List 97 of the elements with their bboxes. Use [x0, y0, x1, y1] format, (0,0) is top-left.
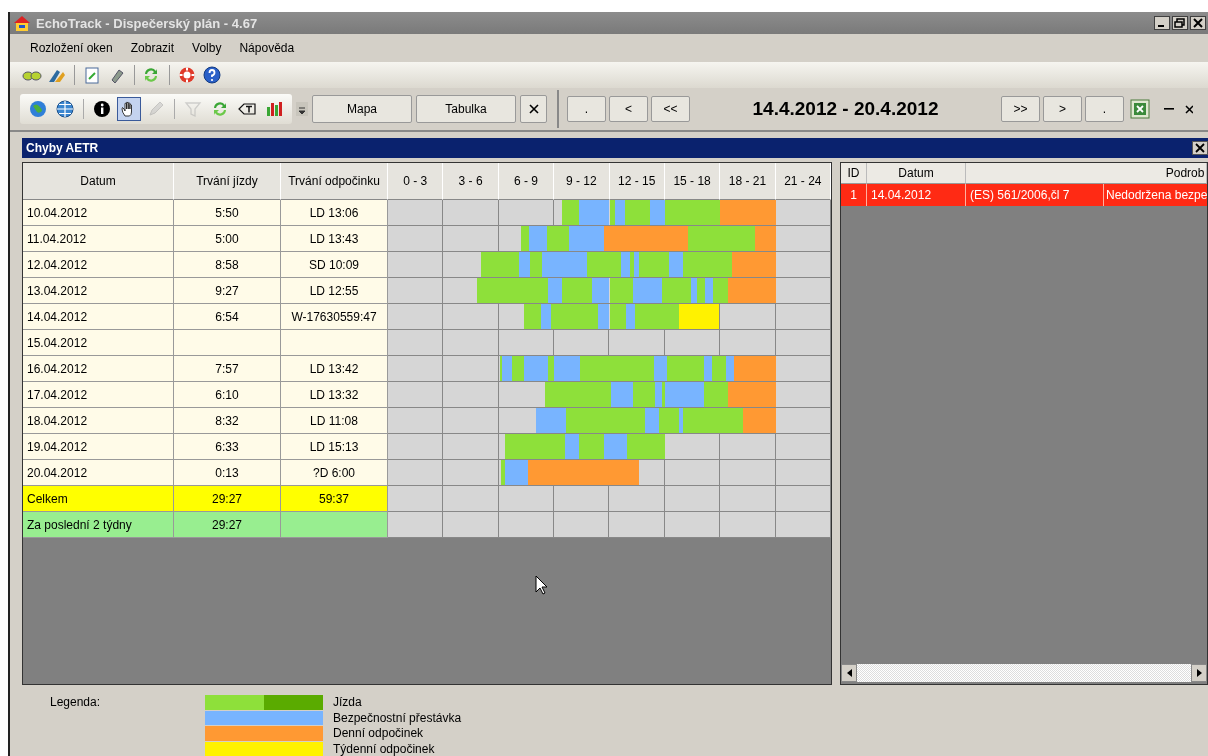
lifebuoy-icon[interactable] — [177, 66, 197, 84]
table-cell: LD 13:32 — [281, 382, 388, 408]
view-button[interactable]: Tabulka — [416, 95, 516, 123]
error-cell[interactable]: Nedodržena bezpe — [1104, 184, 1207, 206]
legend-title: Legenda: — [50, 695, 102, 711]
close-button[interactable] — [520, 95, 547, 123]
dropdown-icon[interactable] — [296, 102, 308, 116]
table-cell: 11.04.2012 — [23, 226, 174, 252]
menu-item[interactable]: Zobrazit — [122, 41, 185, 55]
table-cell: LD 12:55 — [281, 278, 388, 304]
table-cell: 5:50 — [174, 200, 281, 226]
table-cell: 20.04.2012 — [23, 460, 174, 486]
table-cell: LD 15:13 — [281, 434, 388, 460]
table-cell: 10.04.2012 — [23, 200, 174, 226]
table-cell: LD 13:43 — [281, 226, 388, 252]
refresh-icon[interactable] — [211, 100, 229, 118]
column-header: Datum — [23, 163, 174, 200]
menu-item[interactable]: Volby — [184, 41, 232, 55]
close-icon — [528, 104, 539, 114]
table-cell: 6:10 — [174, 382, 281, 408]
tag-icon[interactable] — [238, 100, 256, 118]
legend-label: Jízda — [333, 695, 363, 710]
column-header: Podrob — [966, 163, 1207, 184]
mouse-cursor-icon — [535, 575, 548, 595]
column-header: 15 - 18 — [664, 163, 721, 200]
app-logo-icon — [12, 14, 32, 32]
globe-icon[interactable] — [29, 100, 47, 118]
column-header: Trvání jízdy — [174, 163, 281, 200]
error-cell[interactable]: 1 — [841, 184, 867, 206]
column-header: Datum — [867, 163, 966, 184]
legend-label: Denní odpočinek — [333, 726, 425, 741]
column-header: 18 - 21 — [720, 163, 776, 200]
table-cell: SD 10:09 — [281, 252, 388, 278]
globe-icon[interactable] — [56, 100, 74, 118]
document-icon[interactable] — [82, 66, 102, 84]
table-cell: 6:33 — [174, 434, 281, 460]
nav-button[interactable]: . — [567, 96, 606, 122]
table-cell: LD 13:06 — [281, 200, 388, 226]
table-cell: 17.04.2012 — [23, 382, 174, 408]
info-icon[interactable] — [93, 100, 111, 118]
column-header: ID — [841, 163, 867, 184]
error-cell[interactable]: (ES) 561/2006,čl 7 — [966, 184, 1104, 206]
table-cell: 12.04.2012 — [23, 252, 174, 278]
nav-button[interactable]: < — [609, 96, 648, 122]
table-cell: ?D 6:00 — [281, 460, 388, 486]
table-cell: 8:32 — [174, 408, 281, 434]
table-cell: 19.04.2012 — [23, 434, 174, 460]
view-button[interactable]: Mapa — [312, 95, 412, 123]
help-icon[interactable] — [202, 66, 222, 84]
column-header: Trvání odpočinku — [281, 163, 388, 200]
table-cell: 16.04.2012 — [23, 356, 174, 382]
table-cell: 14.04.2012 — [23, 304, 174, 330]
nav-button[interactable]: > — [1043, 96, 1082, 122]
table-cell: LD 11:08 — [281, 408, 388, 434]
table-cell: 13.04.2012 — [23, 278, 174, 304]
table-cell: 8:58 — [174, 252, 281, 278]
legend-label: Týdenní odpočinek — [333, 741, 436, 756]
close-icon[interactable] — [1190, 16, 1206, 30]
column-header: 9 - 12 — [554, 163, 610, 200]
column-header: 21 - 24 — [775, 163, 831, 200]
restore-icon[interactable] — [1172, 16, 1188, 30]
table-cell: W-17630559:47 — [281, 304, 388, 330]
column-header: 0 - 3 — [388, 163, 444, 200]
legend-label: Bezpečnostní přestávka — [333, 710, 462, 725]
table-cell: 29:27 — [174, 512, 281, 538]
minimize-icon[interactable] — [1154, 16, 1170, 30]
nav-button[interactable]: . — [1085, 96, 1124, 122]
table-cell: 18.04.2012 — [23, 408, 174, 434]
date-range: 14.4.2012 - 20.4.2012 — [751, 98, 940, 120]
column-header: 3 - 6 — [443, 163, 499, 200]
menu-item[interactable]: Nápověda — [231, 41, 305, 55]
close-icon[interactable] — [1185, 104, 1193, 114]
table-cell: LD 13:42 — [281, 356, 388, 382]
table-cell: 6:54 — [174, 304, 281, 330]
table-cell: 59:37 — [281, 486, 388, 512]
table-cell: Celkem — [23, 486, 174, 512]
bar-chart-icon[interactable] — [265, 100, 283, 118]
table-cell: 7:57 — [174, 356, 281, 382]
nav-button[interactable]: << — [651, 96, 690, 122]
table-cell: Za poslední 2 týdny — [23, 512, 174, 538]
table-cell: 0:13 — [174, 460, 281, 486]
column-header: 12 - 15 — [609, 163, 665, 200]
table-cell: 15.04.2012 — [23, 330, 174, 356]
right-arrow-icon[interactable] — [1196, 669, 1202, 677]
close-icon[interactable] — [1192, 141, 1208, 155]
table-cell: 9:27 — [174, 278, 281, 304]
window-title: EchoTrack - Dispečerský plán - 4.67 — [36, 15, 259, 31]
error-cell[interactable]: 14.04.2012 — [867, 184, 966, 206]
nav-button[interactable]: >> — [1001, 96, 1040, 122]
column-header: 6 - 9 — [498, 163, 555, 200]
spreadsheet-icon[interactable] — [1130, 99, 1150, 119]
menu-item[interactable]: Rozložení oken — [22, 41, 123, 55]
table-cell: 5:00 — [174, 226, 281, 252]
left-arrow-icon[interactable] — [846, 669, 852, 677]
minimize-icon[interactable] — [1164, 107, 1174, 111]
table-cell: 29:27 — [174, 486, 281, 512]
panel-title: Chyby AETR — [26, 141, 100, 155]
